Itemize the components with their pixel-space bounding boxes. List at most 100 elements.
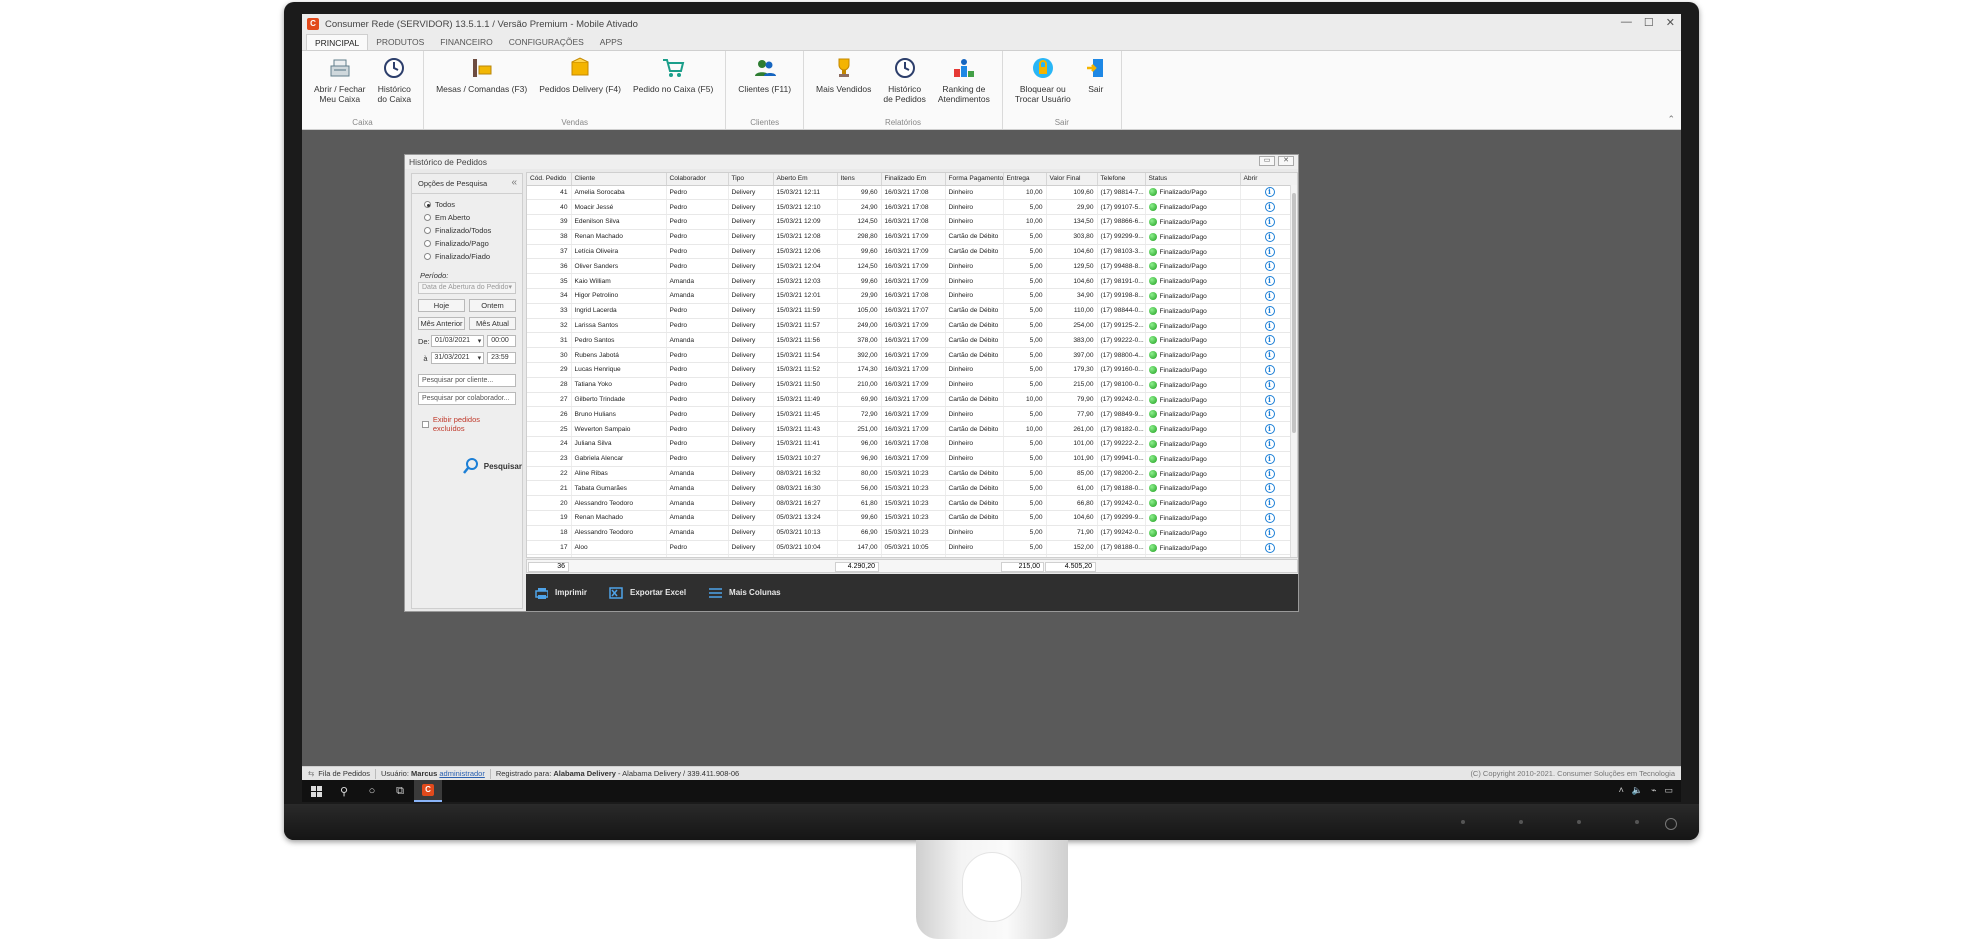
filter-option-finalizado-pago[interactable]: Finalizado/Pago (412, 237, 522, 250)
order-queue-link[interactable]: Fila de Pedidos (318, 769, 370, 778)
table-row[interactable]: 39 Edenilson Silva Pedro Delivery 15/03/21 1… (527, 214, 1297, 230)
search-icon[interactable]: ⚲ (330, 780, 358, 802)
to-date-field[interactable]: 31/03/2021 ▾ (430, 352, 485, 364)
column-header[interactable]: Status (1145, 173, 1241, 186)
tab-configuracoes[interactable]: CONFIGURAÇÕES (501, 34, 592, 50)
open-order-info-icon[interactable]: i (1264, 350, 1275, 361)
tab-apps[interactable]: APPS (592, 34, 631, 50)
table-row[interactable]: 32 Larissa Santos Pedro Delivery 15/03/21 11… (527, 318, 1297, 334)
show-deleted-checkbox[interactable]: Exibir pedidos excluídos (422, 415, 512, 433)
open-order-info-icon[interactable]: i (1264, 453, 1275, 464)
more-columns-button[interactable]: Mais Colunas (708, 587, 781, 599)
cortana-icon[interactable]: ○ (358, 780, 386, 802)
network-icon[interactable]: ⌁ (1651, 785, 1656, 796)
open-order-info-icon[interactable]: i (1264, 290, 1275, 301)
period-select[interactable]: Data de Abertura do Pedido ▾ (418, 282, 516, 294)
search-button[interactable]: Pesquisar (462, 457, 522, 475)
table-row[interactable]: 27 Gilberto Trindade Pedro Delivery 15/03/21… (527, 392, 1297, 408)
column-header[interactable]: Tipo (728, 173, 774, 186)
table-row[interactable]: 23 Gabriela Alencar Pedro Delivery 15/03/21 … (527, 451, 1297, 467)
open-order-info-icon[interactable]: i (1264, 438, 1275, 449)
tab-financeiro[interactable]: FINANCEIRO (432, 34, 500, 50)
export-excel-button[interactable]: Exportar Excel (609, 586, 686, 599)
vertical-scrollbar[interactable] (1290, 185, 1297, 557)
user-role-link[interactable]: administrador (439, 769, 484, 778)
volume-icon[interactable]: 🔈 (1632, 785, 1643, 796)
collapse-panel-icon[interactable]: « (511, 177, 517, 188)
close-button[interactable]: ✕ (1666, 16, 1675, 29)
open-order-info-icon[interactable]: i (1264, 320, 1275, 331)
search-client-input[interactable]: Pesquisar por cliente... (418, 374, 516, 387)
column-header[interactable]: Cliente (571, 173, 667, 186)
table-row[interactable]: 34 Higor Petrolino Amanda Delivery 15/03/21 … (527, 288, 1297, 304)
tab-produtos[interactable]: PRODUTOS (368, 34, 432, 50)
filter-option-em-aberto[interactable]: Em Aberto (412, 211, 522, 224)
open-order-info-icon[interactable]: i (1264, 216, 1275, 227)
ribbon-collapse-icon[interactable]: ⌃ (1667, 114, 1675, 125)
open-order-info-icon[interactable]: i (1264, 246, 1275, 257)
scrollbar-thumb[interactable] (1292, 193, 1296, 433)
column-header[interactable]: Valor Final (1046, 173, 1098, 186)
open-order-info-icon[interactable]: i (1264, 276, 1275, 287)
column-header[interactable]: Aberto Em (773, 173, 838, 186)
open-order-info-icon[interactable]: i (1264, 379, 1275, 390)
open-order-info-icon[interactable]: i (1264, 512, 1275, 523)
column-header[interactable]: Forma Pagamento (945, 173, 1004, 186)
restore-icon[interactable]: ▭ (1259, 156, 1275, 166)
table-row[interactable]: 25 Weverton Sampaio Pedro Delivery 15/03/21 … (527, 421, 1297, 438)
column-header[interactable]: Telefone (1097, 173, 1146, 186)
filter-option-todos[interactable]: Todos (412, 198, 522, 211)
column-header[interactable]: Abrir (1240, 173, 1297, 186)
open-order-info-icon[interactable]: i (1264, 527, 1275, 538)
to-time-field[interactable]: 23:59 (487, 352, 516, 364)
table-row[interactable]: 17 Aloo Pedro Delivery 05/03/21 10:04 147,00 0… (527, 540, 1297, 556)
start-button[interactable] (302, 780, 330, 802)
table-row[interactable]: 41 Amelia Sorocaba Pedro Delivery 15/03/21 1… (527, 185, 1297, 201)
open-order-info-icon[interactable]: i (1264, 187, 1275, 198)
open-order-info-icon[interactable]: i (1264, 542, 1275, 553)
table-row[interactable]: 16Alessandro TeodoroAmandaDelivery05/03/… (527, 554, 1297, 558)
column-header[interactable]: Itens (837, 173, 882, 186)
table-row[interactable]: 28 Tatiana Yoko Pedro Delivery 15/03/21 11:5… (527, 377, 1297, 393)
open-order-info-icon[interactable]: i (1264, 364, 1275, 375)
table-row[interactable]: 26 Bruno Hulians Pedro Delivery 15/03/21 11:… (527, 406, 1297, 423)
column-header[interactable]: Finalizado Em (881, 173, 946, 186)
open-order-info-icon[interactable]: i (1264, 483, 1275, 494)
open-order-info-icon[interactable]: i (1264, 424, 1275, 435)
table-row[interactable]: 35 Kaio William Amanda Delivery 15/03/21 12:… (527, 273, 1297, 290)
table-row[interactable]: 36 Oliver Sanders Pedro Delivery 15/03/21 12… (527, 258, 1297, 275)
table-row[interactable]: 33 Ingrid Lacerda Pedro Delivery 15/03/21 11… (527, 303, 1297, 319)
table-row[interactable]: 22 Aline Ribas Amanda Delivery 08/03/21 16:3… (527, 466, 1297, 482)
open-order-info-icon[interactable]: i (1265, 557, 1275, 558)
table-row[interactable]: 21 Tabata Gumarães Amanda Delivery 08/03/21 … (527, 480, 1297, 497)
open-order-info-icon[interactable]: i (1264, 394, 1275, 405)
filter-option-finalizado-fiado[interactable]: Finalizado/Fiado (412, 250, 522, 263)
open-order-info-icon[interactable]: i (1264, 261, 1275, 272)
current-month-button[interactable]: Mês Atual (469, 317, 516, 330)
close-icon[interactable]: ✕ (1278, 156, 1294, 166)
yesterday-button[interactable]: Ontem (469, 299, 516, 312)
open-order-info-icon[interactable]: i (1264, 498, 1275, 509)
table-row[interactable]: 30 Rubens Jabotá Pedro Delivery 15/03/21 11:… (527, 347, 1297, 364)
table-row[interactable]: 29 Lucas Henrique Pedro Delivery 15/03/21 11… (527, 362, 1297, 378)
column-header[interactable]: Cód. Pedido (527, 173, 572, 186)
minimize-button[interactable]: — (1621, 16, 1632, 29)
table-row[interactable]: 18 Alessandro Teodoro Amanda Delivery 05/03/… (527, 525, 1297, 541)
open-order-info-icon[interactable]: i (1264, 409, 1275, 420)
open-order-info-icon[interactable]: i (1264, 335, 1275, 346)
table-row[interactable]: 37 Letícia Oliveira Pedro Delivery 15/03/21 … (527, 244, 1297, 260)
search-collaborator-input[interactable]: Pesquisar por colaborador... (418, 392, 516, 405)
consumer-app-taskbar-icon[interactable]: C (414, 780, 442, 802)
table-row[interactable]: 40 Moacir Jessé Pedro Delivery 15/03/21 12:1… (527, 199, 1297, 216)
table-row[interactable]: 19 Renan Machado Amanda Delivery 05/03/21 13… (527, 510, 1297, 526)
maximize-button[interactable]: ☐ (1644, 16, 1654, 29)
task-view-icon[interactable]: ⧉ (386, 780, 414, 802)
today-button[interactable]: Hoje (418, 299, 465, 312)
open-order-info-icon[interactable]: i (1264, 468, 1275, 479)
table-row[interactable]: 24 Juliana Silva Pedro Delivery 15/03/21 11:… (527, 436, 1297, 452)
open-order-info-icon[interactable]: i (1264, 202, 1275, 213)
column-header[interactable]: Entrega (1003, 173, 1047, 186)
filter-option-finalizado-todos[interactable]: Finalizado/Todos (412, 224, 522, 237)
open-order-info-icon[interactable]: i (1264, 305, 1275, 316)
from-time-field[interactable]: 00:00 (487, 335, 516, 347)
